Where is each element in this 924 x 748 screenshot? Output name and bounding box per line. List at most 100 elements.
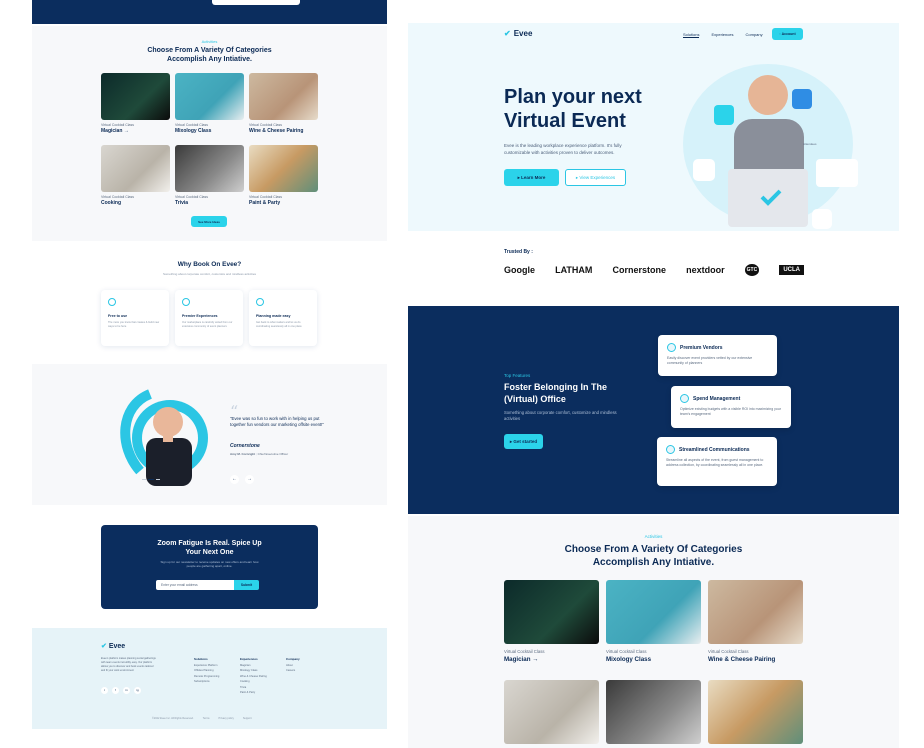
chart-icon	[714, 105, 734, 125]
get-started-label: Get started	[513, 439, 538, 444]
carousel-dot[interactable]	[142, 479, 146, 480]
footer-link[interactable]: Magician	[240, 664, 250, 667]
category-card[interactable]: Virtual Cocktail Class Magician →	[504, 580, 599, 663]
features-section: Top Features Foster Belonging In The (Vi…	[408, 306, 899, 514]
get-started-button[interactable]: ▸ Get started	[504, 434, 543, 449]
category-image	[101, 73, 170, 120]
facebook-icon[interactable]: f	[112, 687, 119, 694]
footer-link[interactable]: Careers	[286, 669, 295, 672]
why-subtitle: Something about corporate comfort, custo…	[162, 272, 257, 276]
prev-arrow-icon[interactable]: ←	[230, 475, 239, 484]
copyright: ©2022 Evee Inc. All Rights Reserved.	[152, 717, 194, 720]
hero-title-line1: Plan your next	[504, 86, 642, 108]
carousel-dot[interactable]	[156, 479, 160, 480]
feature-card-title: Spend Management	[680, 394, 782, 403]
footer-logo: ✔ Evee	[101, 642, 125, 650]
card-title: Mixology Class	[175, 128, 212, 134]
section-title-line1: Choose From A Variety Of Categories	[147, 47, 272, 54]
brand-name: Evee	[513, 29, 533, 38]
support-link[interactable]: Support	[243, 717, 252, 720]
learn-more-button[interactable]: ▸ Learn More	[504, 169, 559, 186]
category-card[interactable]: Virtual Cocktail Class Trivia	[175, 145, 244, 206]
footer-link[interactable]: Paint & Party	[240, 691, 255, 694]
footer-link[interactable]: About	[286, 664, 293, 667]
google-logo: Google	[504, 265, 535, 275]
feature-card-title: Streamlined Communications	[666, 445, 768, 454]
category-image	[101, 145, 170, 192]
category-image	[708, 580, 803, 644]
why-card-title: Free to use	[108, 314, 128, 318]
banner-input-stub[interactable]	[212, 0, 300, 5]
category-card[interactable]: Virtual Cocktail Class Cooking	[101, 145, 170, 206]
privacy-link[interactable]: Privacy policy	[219, 717, 234, 720]
category-card[interactable]: Virtual Cocktail Class Mixology Class	[175, 73, 244, 134]
footer-link[interactable]: Experience Platform	[194, 664, 217, 667]
category-card[interactable]: Virtual Cocktail Class Wine & Cheese Pai…	[708, 580, 803, 663]
footer-col-head: Company	[286, 657, 300, 661]
email-input[interactable]: Enter your email address	[156, 580, 234, 590]
submit-button[interactable]: Submit	[234, 580, 259, 590]
feature-card-desc: Optimize existing budgets with a visible…	[680, 407, 781, 416]
category-card[interactable]	[504, 680, 599, 744]
account-button[interactable]: ◦ Account	[772, 28, 803, 40]
footer-link[interactable]: Remote Programming	[194, 675, 219, 678]
card-subtitle: Virtual Cocktail Class	[101, 123, 135, 127]
testimonial-author: Amy M. Cornright | Chief Executive Offic…	[230, 452, 289, 456]
testimonial-company: Cornerstone	[230, 443, 260, 449]
newsletter-title-line1: Zoom Fatigue Is Real. Spice Up	[157, 540, 262, 547]
left-top-banner	[32, 0, 387, 24]
footer-link[interactable]: Subscriptions	[194, 680, 210, 683]
logo-icon: ✔	[101, 643, 107, 650]
latham-logo: LATHAM	[555, 265, 593, 275]
feature-card: Streamlined Communications Streamline al…	[657, 437, 777, 486]
terms-link[interactable]: Terms	[203, 717, 210, 720]
category-card[interactable]	[708, 680, 803, 744]
footer-link[interactable]: Offsites Planning	[194, 669, 214, 672]
instagram-icon[interactable]: ig	[134, 687, 141, 694]
nav-link-experiences[interactable]: Experiences	[711, 32, 733, 38]
card-subtitle: Virtual Cocktail Class	[708, 649, 749, 654]
section-title: Choose From A Variety Of Categories Accom…	[408, 543, 899, 569]
newsletter-subtitle: Sign up for our newsletter to receive up…	[160, 560, 259, 568]
play-icon: ▸	[509, 438, 513, 444]
category-card[interactable]: Virtual Cocktail Class Magician →	[101, 73, 170, 134]
footer-link[interactable]: Mixology Class	[240, 669, 257, 672]
footer-col-company: Company About Careers	[286, 657, 300, 674]
nextdoor-logo: nextdoor	[686, 265, 725, 275]
section-title-line2: Accomplish Any Intiative.	[167, 56, 252, 63]
card-title: Wine & Cheese Pairing	[708, 656, 776, 663]
why-card-title: Premier Experiences	[182, 314, 218, 318]
card-title: Magician →	[504, 656, 539, 663]
category-image	[249, 145, 318, 192]
category-image	[504, 580, 599, 644]
footer-col-head: Experiences	[240, 657, 258, 661]
category-card[interactable]	[606, 680, 701, 744]
see-more-button[interactable]: See More Ideas	[191, 216, 227, 227]
footer-link[interactable]: Wine & Cheese Pairing	[240, 675, 267, 678]
features-title: Foster Belonging In The (Virtual) Office	[504, 382, 607, 404]
why-card: Free to use The more you know that creat…	[101, 290, 169, 346]
footer-col-head: Solutions	[194, 657, 208, 661]
nav-logo[interactable]: ✔ Evee	[504, 29, 532, 38]
card-subtitle: Virtual Cocktail Class	[249, 123, 283, 127]
linkedin-icon[interactable]: in	[123, 687, 130, 694]
category-card[interactable]: Virtual Cocktail Class Mixology Class	[606, 580, 701, 663]
category-card[interactable]: Virtual Cocktail Class Paint & Party	[249, 145, 318, 206]
feature-title-text: Premium Vendors	[680, 344, 723, 351]
author-name: Amy M. Cornright	[230, 452, 256, 456]
view-experiences-button[interactable]: ▸ View Experiences	[565, 169, 626, 186]
logo-icon: ✔	[504, 29, 511, 38]
footer-link[interactable]: Trivia	[240, 686, 246, 689]
footer-col-experiences: Experiences Magician Mixology Class Wine…	[240, 657, 267, 696]
carousel-dots	[142, 479, 160, 480]
trusted-label: Trusted By :	[504, 249, 533, 255]
category-image	[606, 580, 701, 644]
carousel-dot[interactable]	[148, 479, 154, 480]
nav-link-company[interactable]: Company	[745, 32, 762, 38]
footer-link[interactable]: Cooking	[240, 680, 250, 683]
next-arrow-icon[interactable]: →	[245, 475, 254, 484]
twitter-icon[interactable]: t	[101, 687, 108, 694]
category-card[interactable]: Virtual Cocktail Class Wine & Cheese Pai…	[249, 73, 318, 134]
play-icon: ▸	[575, 174, 579, 180]
nav-link-solutions[interactable]: Solutions	[683, 32, 700, 38]
